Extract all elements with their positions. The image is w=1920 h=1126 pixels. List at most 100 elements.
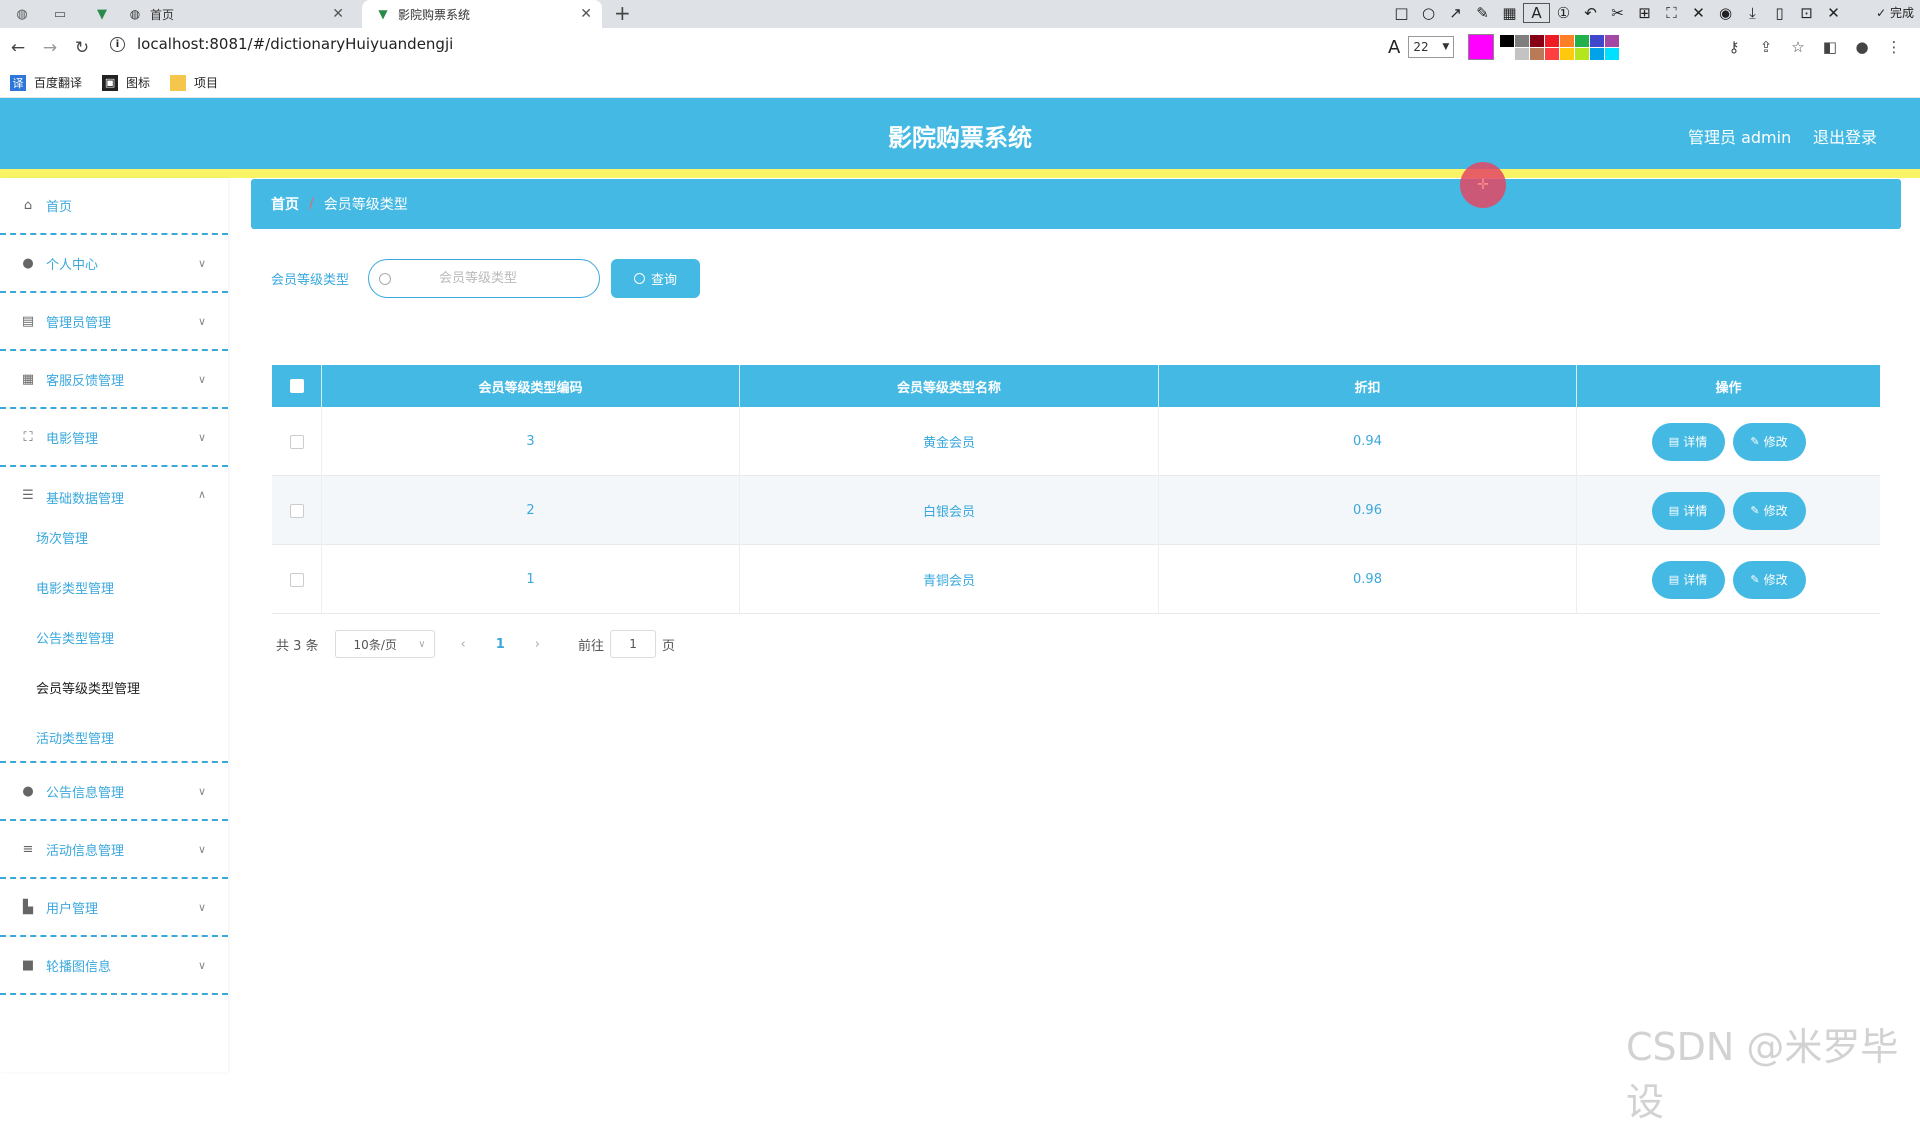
column-header-name[interactable]: 会员等级类型名称 bbox=[740, 365, 1159, 407]
color-swatch[interactable] bbox=[1590, 47, 1605, 60]
number-tool-icon[interactable]: ① bbox=[1550, 4, 1577, 22]
logout-link[interactable]: 退出登录 bbox=[1813, 124, 1877, 148]
bookmark-item[interactable]: ▣ 图标 bbox=[102, 74, 150, 91]
share-icon[interactable]: ⇪ bbox=[1750, 38, 1782, 56]
search-input[interactable] bbox=[439, 271, 589, 286]
next-page-icon[interactable]: › bbox=[535, 637, 540, 652]
sidebar-subitem-activity-types[interactable]: 活动类型管理 bbox=[36, 728, 114, 747]
scissors-icon[interactable]: ✂ bbox=[1604, 4, 1631, 22]
globe-icon[interactable]: ◍ bbox=[10, 5, 34, 23]
page-number[interactable]: 1 bbox=[496, 637, 505, 652]
color-swatch[interactable] bbox=[1545, 47, 1560, 60]
color-swatch[interactable] bbox=[1560, 47, 1575, 60]
color-swatch[interactable] bbox=[1530, 47, 1545, 60]
translate-icon[interactable]: ⊞ bbox=[1631, 4, 1658, 22]
color-swatch[interactable] bbox=[1500, 47, 1515, 60]
browser-tab-active[interactable]: ▼ 影院购票系统 ✕ bbox=[362, 0, 602, 28]
breadcrumb-home[interactable]: 首页 bbox=[271, 194, 299, 214]
column-header-discount[interactable]: 折扣 bbox=[1159, 365, 1577, 407]
edit-button[interactable]: ✎ 修改 bbox=[1732, 491, 1806, 530]
close-icon[interactable]: ✕ bbox=[332, 6, 344, 22]
edit-button[interactable]: ✎ 修改 bbox=[1732, 422, 1806, 461]
close-icon[interactable]: ✕ bbox=[580, 6, 592, 22]
browser-tab-home[interactable]: ◍ 首页 ✕ bbox=[128, 0, 354, 28]
sidebar-item-notices[interactable]: ● 公告信息管理 ∨ bbox=[0, 764, 228, 821]
blank-tab-icon[interactable]: ▭ bbox=[48, 5, 72, 23]
screenshot-icon[interactable]: ⛶ bbox=[1658, 4, 1685, 22]
color-swatch[interactable] bbox=[1575, 47, 1590, 60]
current-color-swatch[interactable] bbox=[1468, 34, 1495, 60]
edit-button[interactable]: ✎ 修改 bbox=[1732, 560, 1806, 599]
sidebar-item-personal[interactable]: ● 个人中心 ∨ bbox=[0, 236, 228, 293]
prev-page-icon[interactable]: ‹ bbox=[461, 637, 466, 652]
pen-tool-icon[interactable]: ✎ bbox=[1469, 4, 1496, 22]
member-level-table: 会员等级类型编码 会员等级类型名称 折扣 操作 3 黄金会员 0.94 ▤ 详情 … bbox=[272, 365, 1880, 614]
color-swatch[interactable] bbox=[1590, 34, 1605, 47]
detail-button[interactable]: ▤ 详情 bbox=[1651, 560, 1725, 599]
key-icon[interactable]: ⚷ bbox=[1718, 38, 1750, 56]
phone-icon[interactable]: ▯ bbox=[1766, 4, 1793, 22]
arrow-tool-icon[interactable]: ↗ bbox=[1442, 4, 1469, 22]
color-swatch[interactable] bbox=[1605, 47, 1620, 60]
download-icon[interactable]: ⤓ bbox=[1739, 4, 1766, 22]
back-icon[interactable]: ← bbox=[6, 36, 30, 60]
color-swatch[interactable] bbox=[1515, 34, 1530, 47]
bookmark-icon[interactable]: ⊡ bbox=[1793, 4, 1820, 22]
color-swatch[interactable] bbox=[1500, 34, 1515, 47]
color-swatch[interactable] bbox=[1530, 34, 1545, 47]
sidebar-item-feedback[interactable]: ▦ 客服反馈管理 ∨ bbox=[0, 352, 228, 409]
row-checkbox[interactable] bbox=[289, 434, 304, 449]
new-tab-icon[interactable]: + bbox=[614, 1, 631, 25]
annotation-toolbar: □ ○ ↗ ✎ ▦ A ① ↶ ✂ ⊞ ⛶ ✕ ◉ ⤓ ▯ ⊡ ✕ bbox=[1388, 1, 1847, 25]
sidebar-item-carousel[interactable]: ■ 轮播图信息 ∨ bbox=[0, 938, 228, 995]
sidebar-item-movies[interactable]: ⛶ 电影管理 ∨ bbox=[0, 410, 228, 467]
text-tool-icon[interactable]: A bbox=[1523, 3, 1550, 23]
rectangle-tool-icon[interactable]: □ bbox=[1388, 4, 1415, 22]
sidebar-subitem-movie-types[interactable]: 电影类型管理 bbox=[36, 578, 114, 597]
reload-icon[interactable]: ↻ bbox=[70, 36, 94, 60]
search-field[interactable] bbox=[368, 259, 600, 298]
bookmark-item[interactable]: 译 百度翻译 bbox=[10, 74, 82, 91]
star-icon[interactable]: ☆ bbox=[1782, 38, 1814, 56]
color-swatch[interactable] bbox=[1605, 34, 1620, 47]
goto-page-input[interactable]: 1 bbox=[610, 630, 657, 658]
column-header-code[interactable]: 会员等级类型编码 bbox=[322, 365, 740, 407]
profile-icon[interactable]: ● bbox=[1846, 38, 1878, 56]
color-swatch[interactable] bbox=[1545, 34, 1560, 47]
sidepanel-icon[interactable]: ◧ bbox=[1814, 38, 1846, 56]
detail-button[interactable]: ▤ 详情 bbox=[1651, 422, 1725, 461]
record-icon[interactable]: ◉ bbox=[1712, 4, 1739, 22]
page-size-select[interactable]: 10条/页 ∨ bbox=[334, 630, 435, 658]
font-size-select[interactable]: 22 ▼ bbox=[1408, 36, 1455, 58]
color-swatch[interactable] bbox=[1560, 34, 1575, 47]
row-checkbox[interactable] bbox=[289, 503, 304, 518]
more-icon[interactable]: ⋮ bbox=[1878, 38, 1910, 56]
query-button[interactable]: 查询 bbox=[611, 259, 700, 298]
detail-button[interactable]: ▤ 详情 bbox=[1651, 491, 1725, 530]
forward-icon[interactable]: → bbox=[38, 36, 62, 60]
row-checkbox[interactable] bbox=[289, 572, 304, 587]
undo-icon[interactable]: ↶ bbox=[1577, 4, 1604, 22]
sidebar-item-activities[interactable]: ≡ 活动信息管理 ∨ bbox=[0, 822, 228, 879]
tab-label: 首页 bbox=[150, 7, 175, 22]
sidebar-item-admin[interactable]: ▤ 管理员管理 ∨ bbox=[0, 294, 228, 351]
sidebar-item-users[interactable]: ▙ 用户管理 ∨ bbox=[0, 880, 228, 937]
color-swatch[interactable] bbox=[1575, 34, 1590, 47]
sidebar-item-basic-data[interactable]: ☰ 基础数据管理 ∧ bbox=[0, 468, 228, 763]
bookmark-item[interactable]: 项目 bbox=[170, 74, 218, 91]
mosaic-tool-icon[interactable]: ▦ bbox=[1496, 4, 1523, 22]
pin-icon[interactable]: ✕ bbox=[1685, 4, 1712, 22]
info-icon[interactable]: i bbox=[110, 36, 125, 52]
vue-icon[interactable]: ▼ bbox=[90, 5, 114, 23]
sidebar-item-home[interactable]: ⌂ 首页 bbox=[0, 178, 228, 235]
cancel-icon[interactable]: ✕ bbox=[1820, 4, 1847, 22]
color-swatch[interactable] bbox=[1515, 47, 1530, 60]
sidebar-subitem-sessions[interactable]: 场次管理 bbox=[36, 528, 88, 547]
select-all-checkbox[interactable] bbox=[289, 379, 304, 393]
address-bar[interactable]: i localhost:8081/#/dictionaryHuiyuandeng… bbox=[110, 35, 453, 53]
chevron-down-icon: ∨ bbox=[418, 638, 426, 650]
circle-tool-icon[interactable]: ○ bbox=[1415, 4, 1442, 22]
sidebar-subitem-member-levels[interactable]: 会员等级类型管理 bbox=[36, 678, 140, 697]
annotation-done-button[interactable]: ✓ 完成 bbox=[1876, 4, 1914, 21]
sidebar-subitem-notice-types[interactable]: 公告类型管理 bbox=[36, 628, 114, 647]
